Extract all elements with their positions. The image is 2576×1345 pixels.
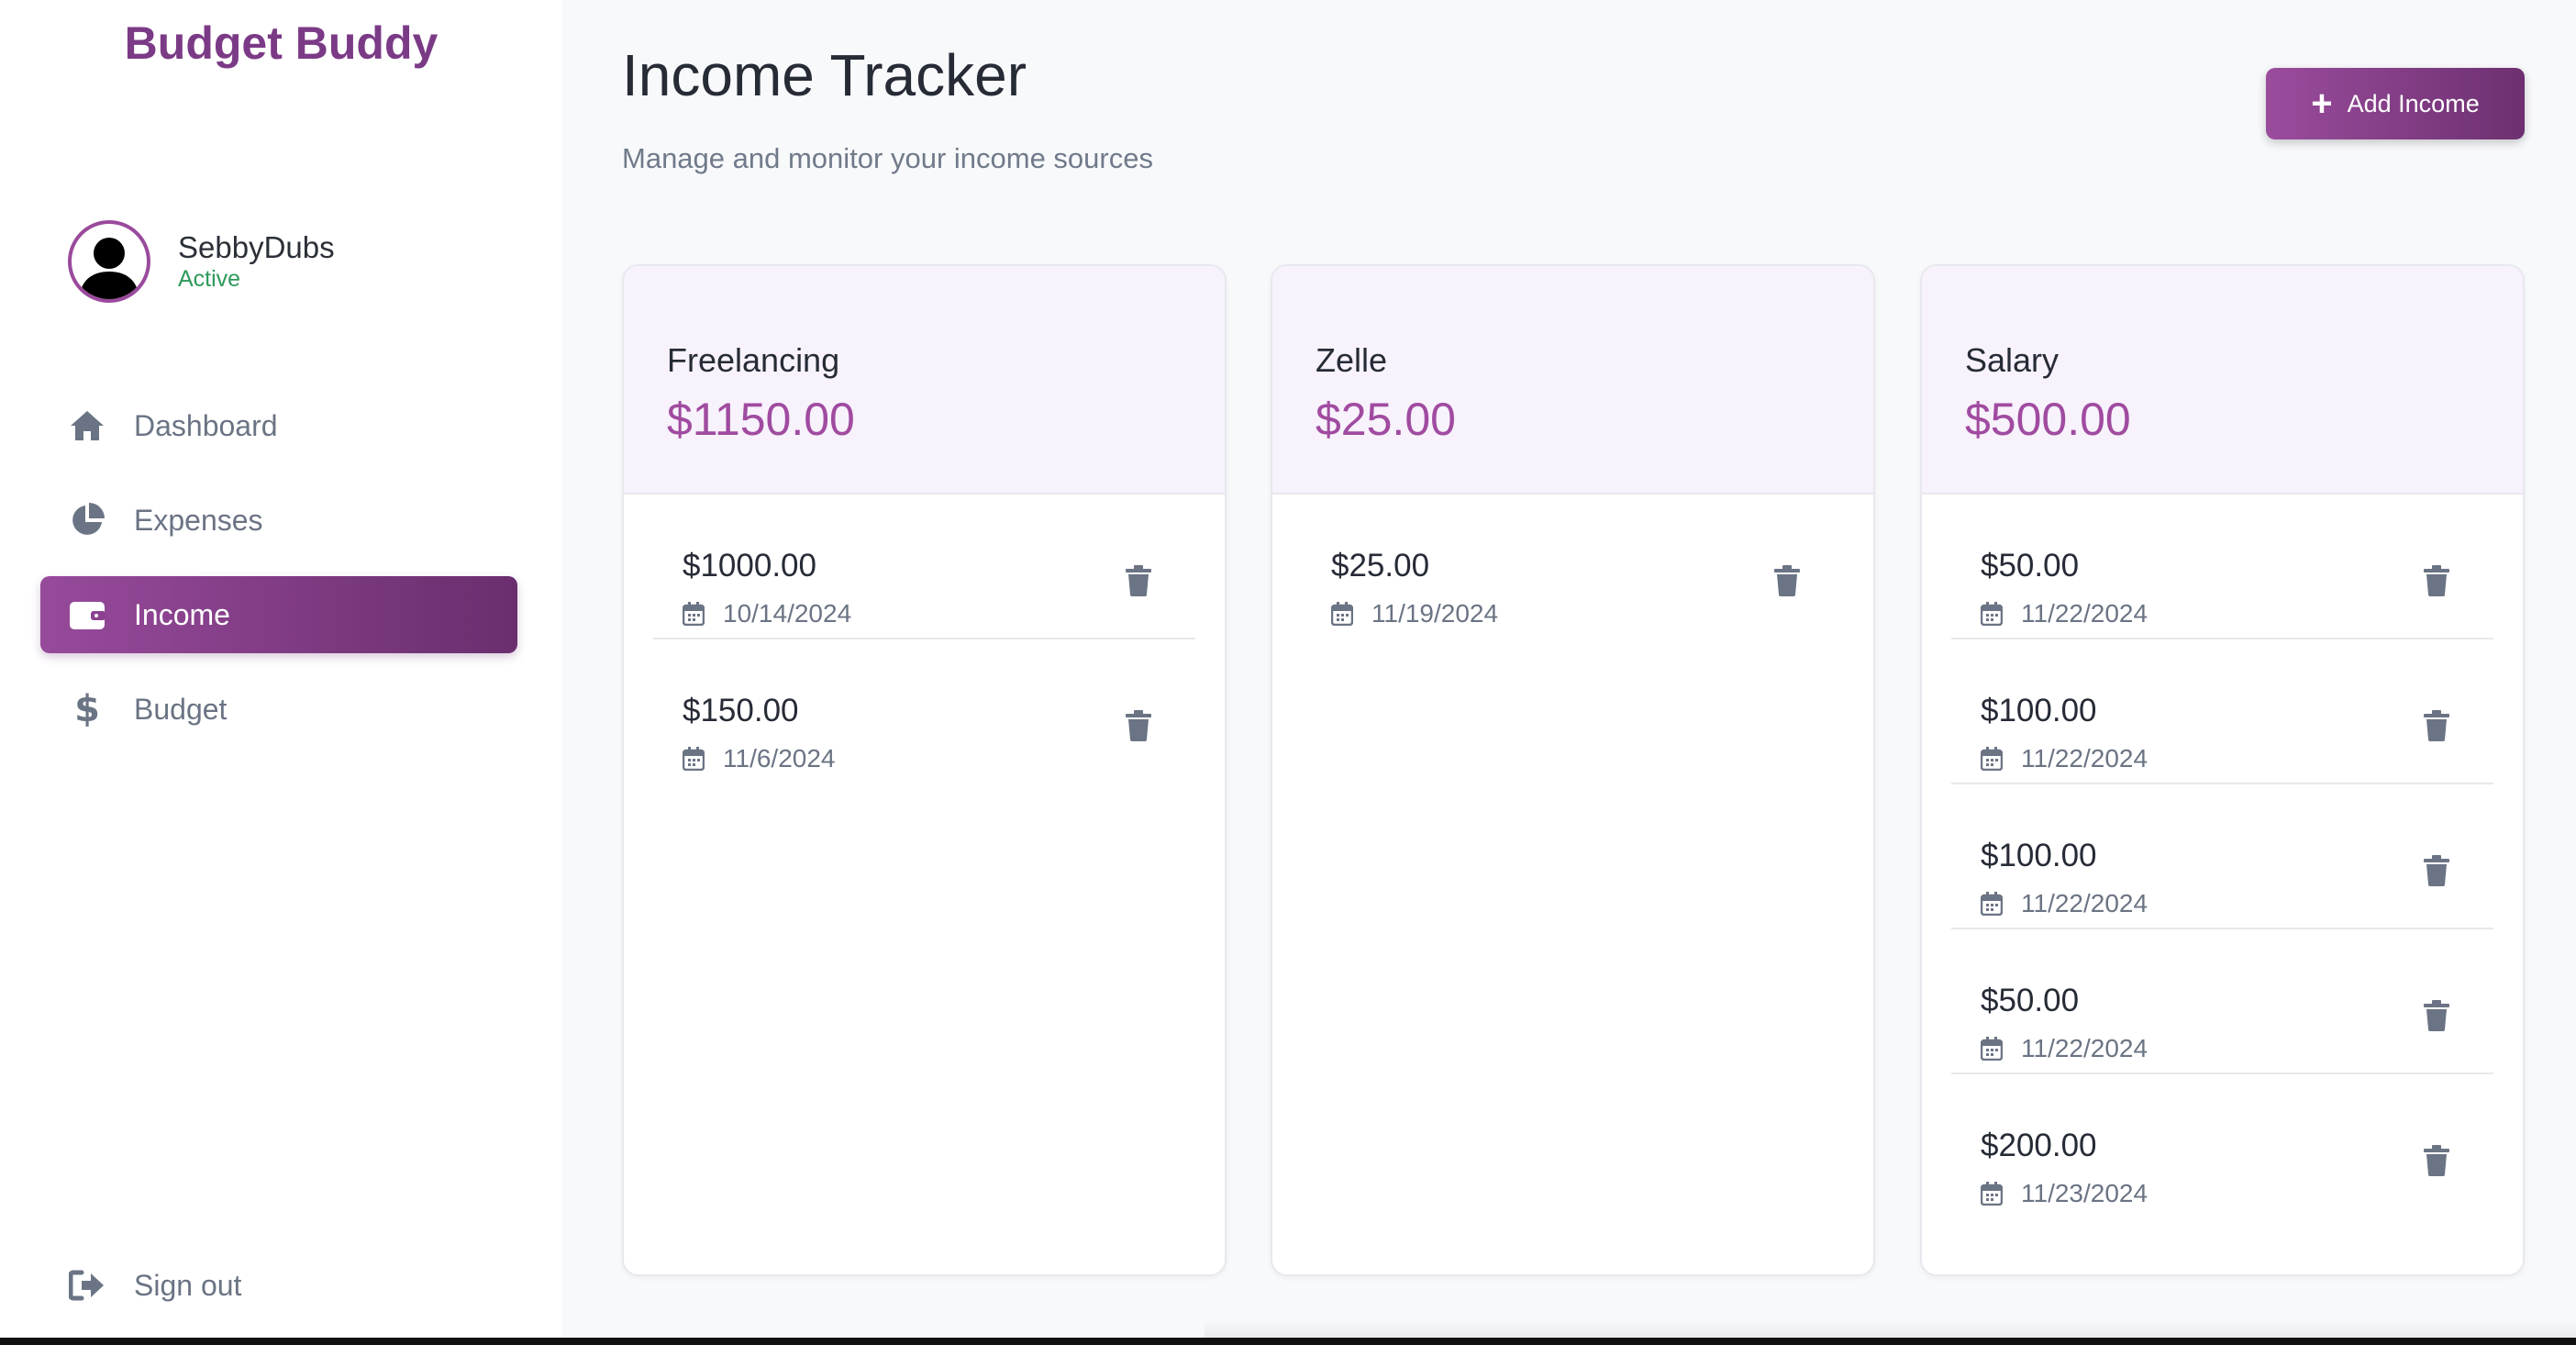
list-item: $25.00 11/19/2024 xyxy=(1302,495,1844,639)
entry-amount: $50.00 xyxy=(1981,548,2080,584)
trash-icon[interactable] xyxy=(1126,565,1151,596)
entry-date: 11/22/2024 xyxy=(1981,1034,2148,1063)
trash-icon[interactable] xyxy=(2424,1000,2449,1031)
entry-date: 11/22/2024 xyxy=(1981,744,2148,773)
calendar-icon xyxy=(1331,602,1353,626)
entry-date-text: 11/6/2024 xyxy=(723,744,836,773)
entry-amount: $25.00 xyxy=(1331,548,1430,584)
sidebar-item-label: Budget xyxy=(134,692,228,726)
entry-list: $1000.00 10/14/2024 $150.00 11/6/2024 xyxy=(624,495,1225,784)
trash-icon[interactable] xyxy=(2424,565,2449,596)
app-window: Budget Buddy SebbyDubs Active Dashboard xyxy=(0,0,2576,1338)
sign-out-icon xyxy=(68,1266,106,1305)
income-card-salary: Salary $500.00 $50.00 11/22/2024 $100.00 xyxy=(1920,264,2525,1276)
calendar-icon xyxy=(683,602,705,626)
add-income-label: Add Income xyxy=(2347,89,2480,117)
card-total: $1150.00 xyxy=(667,394,855,445)
sidebar-nav: Dashboard Expenses Income $ Budget xyxy=(40,387,517,765)
main-content: Income Tracker Manage and monitor your i… xyxy=(562,0,2576,1338)
page-subtitle: Manage and monitor your income sources xyxy=(622,142,1153,174)
list-item: $100.00 11/22/2024 xyxy=(1951,784,2493,929)
entry-list: $25.00 11/19/2024 xyxy=(1272,495,1873,639)
entry-amount: $100.00 xyxy=(1981,693,2097,728)
user-status: Active xyxy=(178,266,241,292)
sign-out-label: Sign out xyxy=(134,1268,242,1302)
entry-list: $50.00 11/22/2024 $100.00 11/22/2024 $10… xyxy=(1922,495,2523,1219)
entry-date-text: 11/23/2024 xyxy=(2021,1179,2149,1207)
entry-amount: $50.00 xyxy=(1981,983,2080,1018)
entry-date-text: 11/22/2024 xyxy=(2021,889,2149,917)
sidebar-item-label: Expenses xyxy=(134,503,263,537)
calendar-icon xyxy=(1981,892,2003,916)
entry-date-text: 11/19/2024 xyxy=(1371,599,1499,628)
user-profile: SebbyDubs Active xyxy=(68,220,335,303)
trash-icon[interactable] xyxy=(2424,1145,2449,1176)
card-source-name: Zelle xyxy=(1316,341,1388,379)
entry-date-text: 11/22/2024 xyxy=(2021,599,2149,628)
entry-date: 11/22/2024 xyxy=(1981,889,2148,918)
sign-out-button[interactable]: Sign out xyxy=(68,1266,241,1305)
sidebar: Budget Buddy SebbyDubs Active Dashboard xyxy=(0,0,562,1338)
add-income-button[interactable]: + Add Income xyxy=(2266,68,2525,139)
income-card-freelancing: Freelancing $1150.00 $1000.00 10/14/2024… xyxy=(622,264,1227,1276)
plus-icon: + xyxy=(2311,83,2333,124)
sidebar-item-income[interactable]: Income xyxy=(40,576,517,653)
list-item: $1000.00 10/14/2024 xyxy=(653,495,1195,639)
calendar-icon xyxy=(1981,747,2003,771)
entry-date-text: 11/22/2024 xyxy=(2021,1034,2149,1062)
entry-amount: $200.00 xyxy=(1981,1128,2097,1163)
list-item: $150.00 11/6/2024 xyxy=(653,639,1195,784)
card-total: $500.00 xyxy=(1965,394,2131,445)
entry-date-text: 11/22/2024 xyxy=(2021,744,2149,773)
sidebar-item-dashboard[interactable]: Dashboard xyxy=(40,387,517,464)
income-card-zelle: Zelle $25.00 $25.00 11/19/2024 xyxy=(1271,264,1875,1276)
sidebar-item-budget[interactable]: $ Budget xyxy=(40,671,517,748)
home-icon xyxy=(68,406,106,445)
calendar-icon xyxy=(683,747,705,771)
brand-logo[interactable]: Budget Buddy xyxy=(0,17,562,70)
card-total: $25.00 xyxy=(1316,394,1456,445)
trash-icon[interactable] xyxy=(1774,565,1800,596)
list-item: $200.00 11/23/2024 xyxy=(1951,1074,2493,1219)
entry-date-text: 10/14/2024 xyxy=(723,599,852,628)
entry-amount: $100.00 xyxy=(1981,838,2097,873)
trash-icon[interactable] xyxy=(2424,710,2449,741)
card-header: Freelancing $1150.00 xyxy=(624,266,1225,495)
entry-amount: $150.00 xyxy=(683,693,799,728)
entry-date: 11/19/2024 xyxy=(1331,599,1498,628)
trash-icon[interactable] xyxy=(1126,710,1151,741)
svg-text:$: $ xyxy=(75,690,99,728)
entry-date: 11/23/2024 xyxy=(1981,1179,2148,1208)
card-source-name: Salary xyxy=(1965,341,2060,379)
sidebar-item-label: Dashboard xyxy=(134,408,278,442)
sidebar-item-expenses[interactable]: Expenses xyxy=(40,482,517,559)
card-header: Salary $500.00 xyxy=(1922,266,2523,495)
entry-date: 10/14/2024 xyxy=(683,599,851,628)
calendar-icon xyxy=(1981,1037,2003,1061)
card-header: Zelle $25.00 xyxy=(1272,266,1873,495)
list-item: $50.00 11/22/2024 xyxy=(1951,929,2493,1074)
calendar-icon xyxy=(1981,602,2003,626)
trash-icon[interactable] xyxy=(2424,855,2449,886)
dollar-icon: $ xyxy=(68,690,106,728)
wallet-icon xyxy=(68,595,106,634)
footer-shadow xyxy=(1205,1319,2576,1338)
entry-date: 11/6/2024 xyxy=(683,744,836,773)
page-title: Income Tracker xyxy=(622,42,1027,108)
user-name: SebbyDubs xyxy=(178,230,335,264)
list-item: $50.00 11/22/2024 xyxy=(1951,495,2493,639)
card-source-name: Freelancing xyxy=(667,341,840,379)
entry-date: 11/22/2024 xyxy=(1981,599,2148,628)
sidebar-item-label: Income xyxy=(134,597,230,631)
calendar-icon xyxy=(1981,1182,2003,1206)
entry-amount: $1000.00 xyxy=(683,548,816,584)
list-item: $100.00 11/22/2024 xyxy=(1951,639,2493,784)
pie-chart-icon xyxy=(68,501,106,539)
user-avatar-icon[interactable] xyxy=(68,220,150,303)
